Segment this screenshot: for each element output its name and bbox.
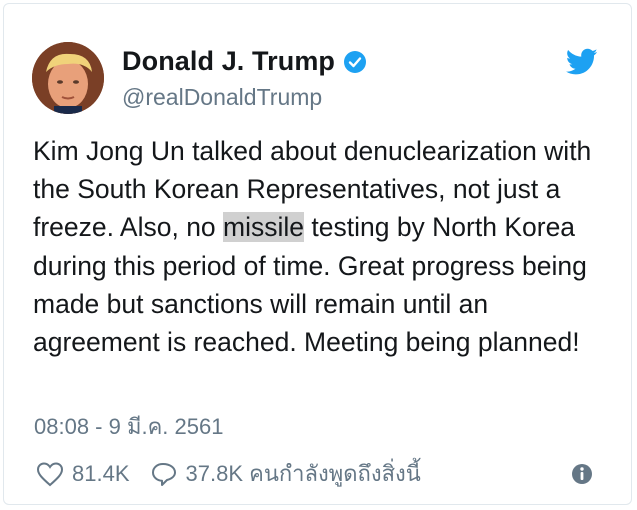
reply-button[interactable]: 37.8K คนกำลังพูดถึงสิ่งนี้ <box>150 456 421 491</box>
twitter-bird-icon[interactable] <box>566 48 598 76</box>
verified-badge-icon <box>344 50 367 73</box>
tweet-card[interactable]: Donald J. Trump @realDonaldTrump Kim Jon… <box>3 3 632 505</box>
like-button[interactable]: 81.4K <box>36 461 130 487</box>
tweet-text: Kim Jong Un talked about denuclearizatio… <box>33 132 613 361</box>
reply-count-label: 37.8K คนกำลังพูดถึงสิ่งนี้ <box>185 461 421 486</box>
highlighted-word: missile <box>223 212 305 243</box>
tweet-actions: 81.4K 37.8K คนกำลังพูดถึงสิ่งนี้ <box>36 456 421 491</box>
reply-bubble-icon <box>151 462 176 486</box>
author-name-row[interactable]: Donald J. Trump <box>122 46 367 77</box>
info-icon[interactable] <box>571 463 593 485</box>
heart-icon <box>36 461 64 486</box>
author-avatar[interactable] <box>32 42 104 114</box>
like-count: 81.4K <box>72 460 130 486</box>
tweet-timestamp[interactable]: 08:08 - 9 มี.ค. 2561 <box>34 409 223 444</box>
author-handle[interactable]: @realDonaldTrump <box>122 84 322 111</box>
author-display-name[interactable]: Donald J. Trump <box>122 46 335 77</box>
